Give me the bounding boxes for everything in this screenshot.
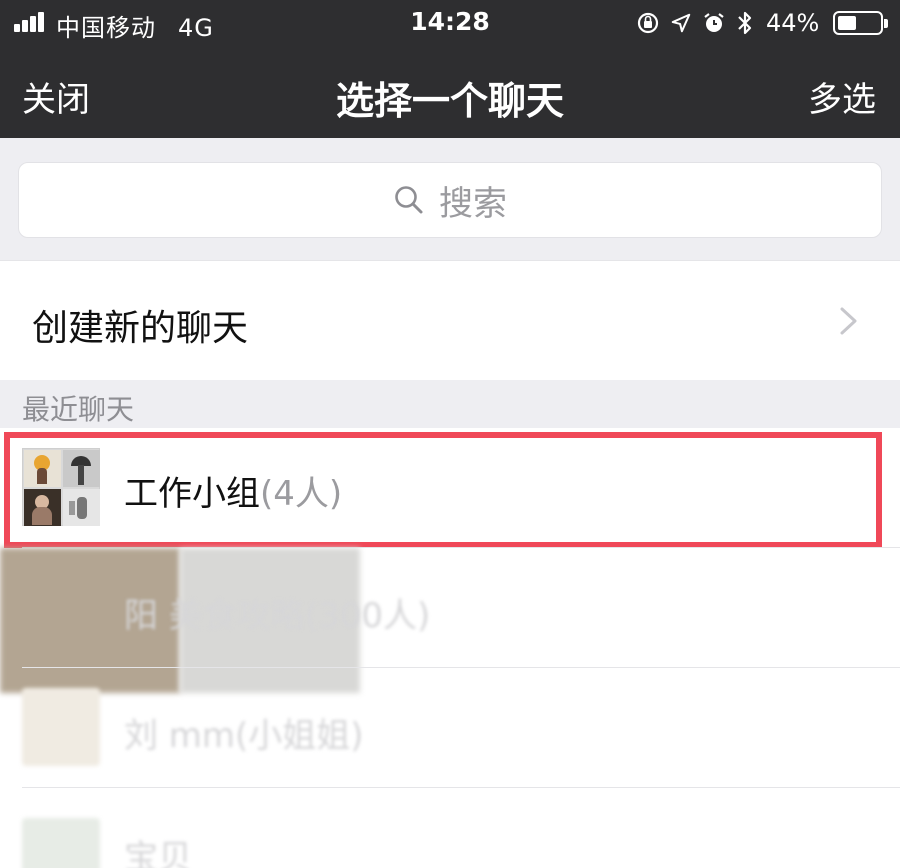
search-input[interactable]: 搜索 xyxy=(18,162,882,238)
search-area: 搜索 xyxy=(0,138,900,260)
create-new-chat-label: 创建新的聊天 xyxy=(32,308,249,349)
page-title: 选择一个聊天 xyxy=(335,79,564,123)
bluetooth-icon xyxy=(738,11,752,35)
search-placeholder: 搜索 xyxy=(439,183,507,224)
chat-name: 阳 美食攻略(300人) xyxy=(124,588,430,637)
chat-name: 宝贝 xyxy=(124,838,192,868)
chat-title: 阳 美食攻略 xyxy=(124,596,305,636)
search-icon xyxy=(395,186,423,214)
status-icons: 44% xyxy=(636,7,889,39)
highlight-box xyxy=(4,432,882,548)
location-arrow-icon xyxy=(671,13,691,33)
chat-name: 刘 mm(小姐姐) xyxy=(124,716,364,756)
avatar xyxy=(22,688,100,766)
member-count: (300人) xyxy=(304,596,431,636)
top-bar: 中国移动 4G 14:28 44% 关闭 选择一个聊天 多选 xyxy=(0,0,900,138)
chevron-right-icon xyxy=(840,307,857,335)
multi-select-button[interactable]: 多选 xyxy=(808,72,876,121)
battery-percent: 44% xyxy=(766,9,820,37)
battery-icon xyxy=(833,11,889,35)
create-new-chat-row[interactable]: 创建新的聊天 xyxy=(0,260,900,380)
avatar xyxy=(22,818,100,868)
chat-item-contact[interactable]: 刘 mm(小姐姐) xyxy=(0,668,900,788)
rotation-lock-icon xyxy=(637,12,659,34)
chat-item-food-group[interactable]: 阳 美食攻略(300人) xyxy=(0,548,900,668)
alarm-icon xyxy=(704,13,724,32)
recent-chats-header: 最近聊天 xyxy=(0,380,900,428)
recent-chats-label: 最近聊天 xyxy=(22,393,135,426)
chat-item-baby[interactable]: 宝贝 xyxy=(0,788,900,868)
status-bar: 中国移动 4G 14:28 44% xyxy=(0,0,900,46)
